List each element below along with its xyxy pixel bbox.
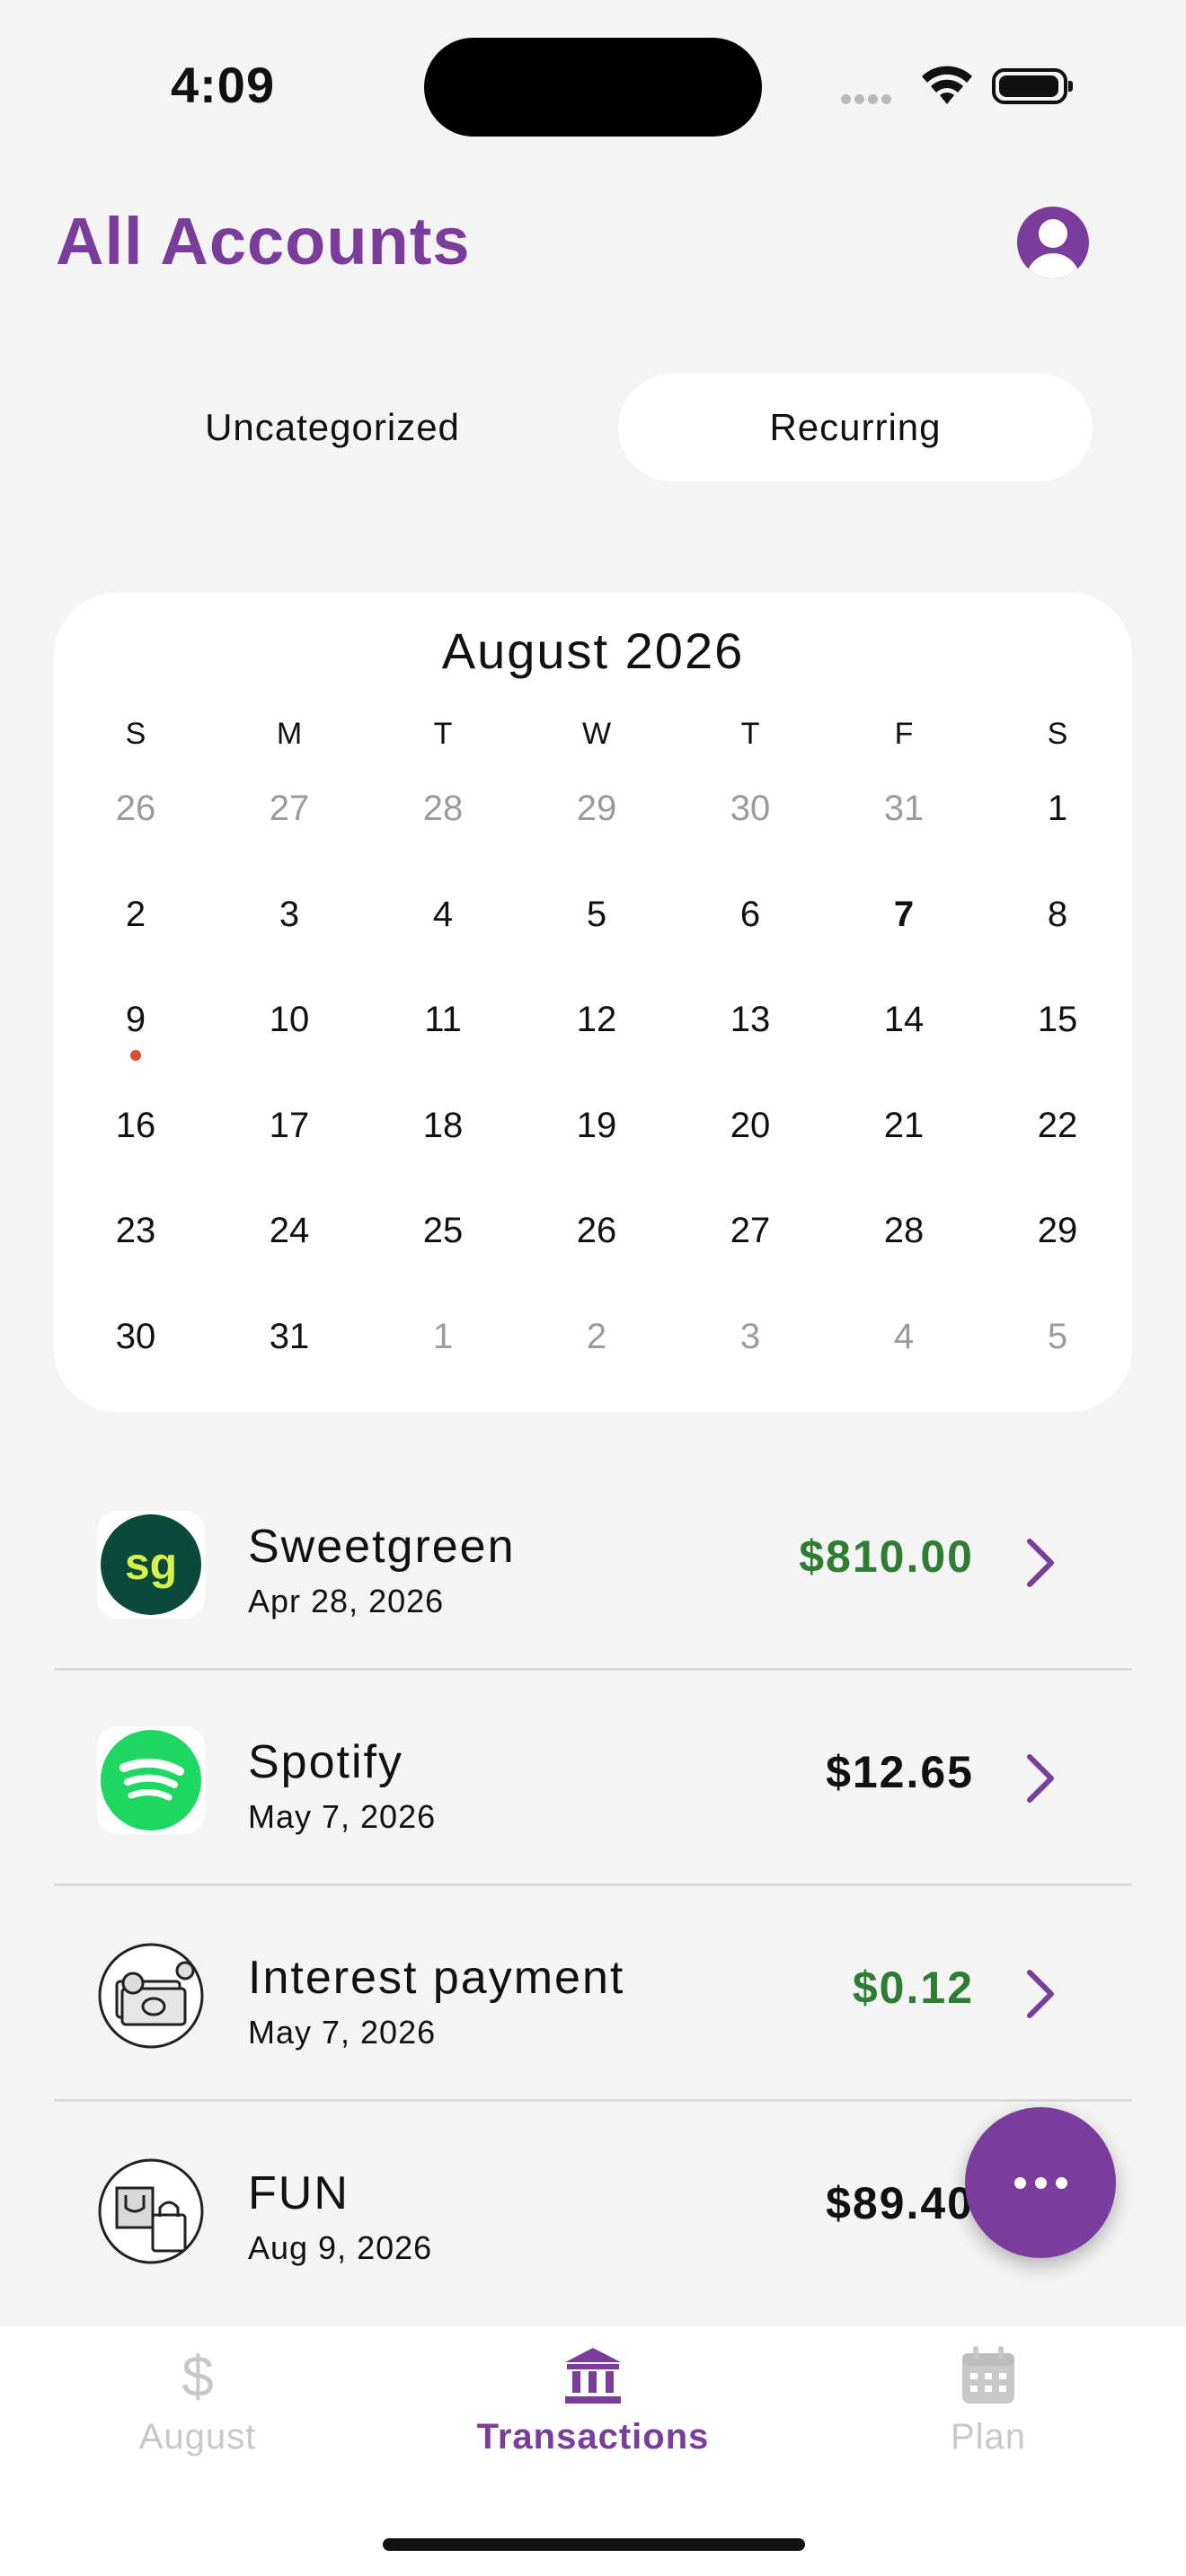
weekday-header: S	[125, 717, 146, 751]
calendar-day[interactable]: 20	[696, 1106, 804, 1146]
tab-plan[interactable]: Plan	[854, 2344, 1123, 2457]
transaction-amount: $12.65	[826, 1747, 974, 1797]
spotify-logo	[97, 1726, 205, 1834]
shopping-bags-icon	[97, 2157, 205, 2265]
calendar-day[interactable]: 5	[543, 895, 651, 935]
calendar-day[interactable]: 27	[696, 1211, 804, 1251]
profile-avatar-button[interactable]	[1017, 207, 1089, 278]
calendar-day[interactable]: 5	[1004, 1317, 1111, 1357]
transaction-row[interactable]: Interest payment May 7, 2026 $0.12	[54, 1886, 1132, 2102]
segment-uncategorized[interactable]: Uncategorized	[54, 374, 611, 481]
transaction-date: Aug 9, 2026	[248, 2229, 433, 2266]
more-dot-icon	[1034, 2176, 1047, 2189]
tab-label: Transactions	[476, 2417, 710, 2457]
more-actions-button[interactable]	[965, 2107, 1116, 2258]
segment-recurring[interactable]: Recurring	[618, 374, 1093, 481]
tab-august[interactable]: $ August	[63, 2344, 332, 2457]
calendar-day[interactable]: 31	[235, 1317, 343, 1357]
calendar-day[interactable]: 26	[543, 1211, 651, 1251]
dynamic-island	[424, 38, 762, 137]
money-icon	[97, 1942, 205, 2050]
calendar-day[interactable]: 11	[389, 1000, 497, 1040]
calendar-day[interactable]: 31	[850, 789, 958, 829]
dollar-icon: $	[181, 2344, 214, 2409]
tab-label: Plan	[950, 2417, 1027, 2457]
calendar-day[interactable]: 26	[82, 789, 190, 829]
calendar-day[interactable]: 6	[696, 895, 804, 935]
transaction-name: Sweetgreen	[248, 1521, 516, 1573]
calendar-day[interactable]: 17	[235, 1106, 343, 1146]
calendar-day[interactable]: 29	[543, 789, 651, 829]
cellular-signal-icon	[841, 93, 902, 107]
tab-label: August	[138, 2417, 257, 2457]
calendar-day[interactable]: 2	[543, 1317, 651, 1357]
weekday-header: S	[1047, 717, 1068, 751]
sweetgreen-logo: sg	[97, 1511, 205, 1619]
transaction-row[interactable]: sg Sweetgreen Apr 28, 2026 $810.00	[54, 1455, 1132, 1671]
calendar-day[interactable]: 28	[850, 1211, 958, 1251]
calendar-day[interactable]: 19	[543, 1106, 651, 1146]
transaction-amount: $0.12	[852, 1963, 974, 2013]
more-dot-icon	[1013, 2176, 1026, 2189]
calendar-day[interactable]: 3	[235, 895, 343, 935]
weekday-header: M	[276, 717, 303, 751]
calendar-day[interactable]: 13	[696, 1000, 804, 1040]
calendar-day[interactable]: 22	[1004, 1106, 1111, 1146]
chevron-right-icon[interactable]	[1022, 1536, 1058, 1590]
calendar-day[interactable]: 27	[235, 789, 343, 829]
transaction-row[interactable]: Spotify May 7, 2026 $12.65	[54, 1671, 1132, 1886]
calendar-month-title: August 2026	[441, 622, 745, 679]
transaction-date: May 7, 2026	[248, 1798, 437, 1835]
calendar-day[interactable]: 25	[389, 1211, 497, 1251]
calendar-day[interactable]: 15	[1004, 1000, 1111, 1040]
transaction-date: May 7, 2026	[248, 2014, 437, 2051]
calendar-day[interactable]: 24	[235, 1211, 343, 1251]
calendar-day[interactable]: 2	[82, 895, 190, 935]
transaction-amount: $89.40	[826, 2178, 974, 2228]
more-dot-icon	[1055, 2176, 1067, 2189]
chevron-right-icon[interactable]	[1022, 1967, 1058, 2021]
calendar-day[interactable]: 30	[696, 789, 804, 829]
weekday-header: F	[894, 717, 914, 751]
wifi-icon	[922, 66, 972, 104]
transaction-name: Spotify	[248, 1736, 403, 1788]
tab-transactions[interactable]: Transactions	[458, 2344, 728, 2457]
sweetgreen-logo-text: sg	[125, 1539, 177, 1589]
calendar-day[interactable]: 4	[389, 895, 497, 935]
page-title: All Accounts	[56, 204, 471, 278]
calendar-day[interactable]: 16	[82, 1106, 190, 1146]
calendar-day[interactable]: 9	[82, 1000, 190, 1040]
transaction-name: FUN	[248, 2167, 350, 2219]
calendar-day[interactable]: 23	[82, 1211, 190, 1251]
weekday-header: T	[433, 717, 453, 751]
bank-icon	[565, 2348, 621, 2404]
calendar-day[interactable]: 12	[543, 1000, 651, 1040]
calendar-day[interactable]: 3	[696, 1317, 804, 1357]
transaction-date: Apr 28, 2026	[248, 1583, 445, 1619]
status-time: 4:09	[171, 57, 276, 113]
calendar-day[interactable]: 1	[389, 1317, 497, 1357]
calendar-day[interactable]: 28	[389, 789, 497, 829]
event-dot-indicator	[130, 1050, 141, 1061]
chevron-right-icon[interactable]	[1022, 1751, 1058, 1805]
calendar-icon	[962, 2346, 1014, 2404]
calendar-day[interactable]: 14	[850, 1000, 958, 1040]
transaction-name: Interest payment	[248, 1952, 625, 2004]
calendar-day[interactable]: 21	[850, 1106, 958, 1146]
calendar-day[interactable]: 8	[1004, 895, 1111, 935]
svg-text:$: $	[181, 2344, 214, 2407]
calendar-day[interactable]: 4	[850, 1317, 958, 1357]
calendar: August 2026 S M T W T F S 26 27 28 29 30 31 1 2 3 4 5 6 7 8 9…	[54, 593, 1132, 1412]
calendar-day[interactable]: 1	[1004, 789, 1111, 829]
calendar-day[interactable]: 18	[389, 1106, 497, 1146]
calendar-day[interactable]: 7	[850, 895, 958, 935]
calendar-day[interactable]: 29	[1004, 1211, 1111, 1251]
transaction-amount: $810.00	[799, 1531, 974, 1582]
home-indicator	[383, 2538, 805, 2551]
calendar-day[interactable]: 30	[82, 1317, 190, 1357]
weekday-header: T	[740, 717, 760, 751]
calendar-day[interactable]: 10	[235, 1000, 343, 1040]
weekday-header: W	[581, 717, 612, 751]
battery-icon	[992, 68, 1073, 104]
